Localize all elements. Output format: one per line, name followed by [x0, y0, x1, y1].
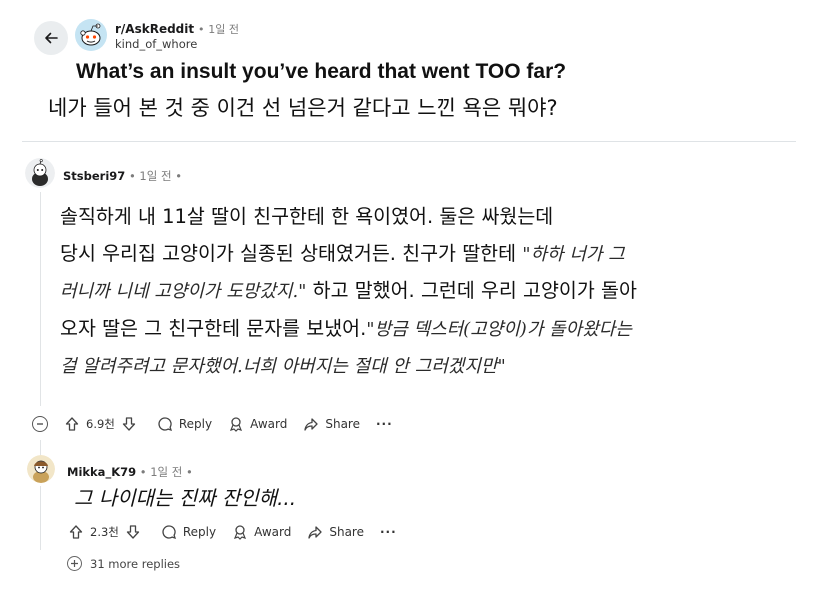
back-arrow-icon [45, 32, 58, 44]
snoo-icon [75, 19, 107, 51]
meta-separator: • [175, 169, 182, 183]
comment-time: 1일 전 [150, 465, 183, 479]
vote-count: 6.9천 [86, 417, 115, 431]
comment-line: 당시 우리집 고양이가 실종된 상태였거든. 친구가 딸한테 "하하 너가 그 [60, 236, 800, 274]
share-button[interactable]: Share [307, 524, 364, 540]
comment-line: 솔직하게 내 11살 딸이 친구한테 한 욕이였어. 둘은 싸웠는데 [60, 205, 554, 228]
comment-author[interactable]: Stsberi97 [63, 169, 125, 183]
award-icon [230, 417, 243, 432]
more-replies-label: 31 more replies [90, 556, 181, 571]
subreddit-name[interactable]: r/AskReddit [115, 22, 194, 36]
post-meta: r/AskReddit • 1일 전 kind_of_whore [115, 22, 239, 52]
post-time: 1일 전 [208, 23, 240, 36]
reply-label: Reply [178, 417, 213, 431]
share-icon [308, 526, 322, 539]
back-button[interactable] [34, 21, 68, 55]
comment-icon [162, 525, 176, 540]
vote-group: 6.9천 [64, 416, 137, 432]
more-options-button[interactable]: ··· [380, 525, 397, 539]
comment-line: 오자 딸은 그 친구한테 문자를 보냈어."방금 덱스터(고양이)가 돌아왔다는 [60, 311, 800, 349]
avatar[interactable] [25, 158, 55, 188]
upvote-icon[interactable] [68, 524, 84, 540]
more-replies-button[interactable]: 31 more replies [67, 556, 180, 571]
subreddit-avatar[interactable] [75, 19, 107, 51]
comment-line: 러니까 니네 고양이가 도망갔지." 하고 말했어. 그런데 우리 고양이가 돌… [60, 273, 800, 311]
quoted-text: 러니까 니네 고양이가 도망갔지. [60, 281, 299, 302]
post-title[interactable]: What’s an insult you’ve heard that went … [76, 60, 566, 84]
award-icon [234, 525, 247, 540]
reply-button[interactable]: Reply [161, 524, 216, 540]
award-label: Award [250, 417, 288, 431]
share-icon [304, 418, 318, 431]
comment-actions: 2.3천 Reply Award Share ··· [68, 524, 413, 540]
meta-separator: • [186, 465, 193, 479]
reply-button[interactable]: Reply [157, 416, 212, 432]
reply-label: Reply [182, 525, 217, 539]
thread-line[interactable] [40, 486, 41, 550]
share-button[interactable]: Share [303, 416, 360, 432]
comment-text: 하고 말했어. 그런데 우리 고양이가 돌아 [312, 279, 637, 302]
award-button[interactable]: Award [232, 524, 291, 540]
collapse-button[interactable] [32, 416, 48, 432]
meta-separator: • [197, 23, 205, 36]
comment-header: Stsberi97 • 1일 전 • [63, 168, 182, 184]
quoted-text: "방금 덱스터(고양이)가 돌아왔다는 [366, 318, 632, 340]
award-button[interactable]: Award [228, 416, 287, 432]
comment-author[interactable]: Mikka_K79 [67, 465, 136, 479]
comment-actions: 6.9천 Reply Award Share ··· [64, 416, 409, 432]
upvote-icon[interactable] [64, 416, 80, 432]
vote-group: 2.3천 [68, 524, 141, 540]
collapse-icon [37, 423, 43, 425]
comment-text: 당시 우리집 고양이가 실종된 상태였거든. 친구가 딸한테 [60, 241, 517, 265]
comment-header: Mikka_K79 • 1일 전 • [67, 464, 193, 480]
divider [22, 141, 796, 142]
quoted-text: "하하 너가 그 [522, 243, 625, 265]
meta-separator: • [139, 465, 147, 479]
share-label: Share [325, 417, 360, 431]
meta-separator: • [128, 169, 136, 183]
avatar[interactable] [27, 455, 55, 483]
award-label: Award [254, 525, 292, 539]
thread-line[interactable] [40, 192, 41, 406]
more-options-button[interactable]: ··· [376, 417, 393, 431]
post-author[interactable]: kind_of_whore [115, 37, 239, 52]
post-title-translation: 네가 들어 본 것 중 이건 선 넘은거 같다고 느낀 욕은 뭐야? [48, 96, 558, 120]
downvote-icon[interactable] [125, 524, 141, 540]
comment-text: 오자 딸은 그 친구한테 문자를 보냈어. [60, 316, 367, 340]
comment-time: 1일 전 [139, 169, 172, 183]
plus-icon [67, 556, 82, 571]
user-avatar-icon [27, 455, 55, 483]
vote-count: 2.3천 [90, 525, 119, 539]
comment-body: 그 나이대는 진짜 잔인해... [74, 486, 297, 510]
comment-icon [158, 417, 172, 432]
quote-mark: " [298, 281, 307, 302]
share-label: Share [329, 525, 364, 539]
downvote-icon[interactable] [121, 416, 137, 432]
user-avatar-icon [25, 158, 55, 188]
comment-body: 솔직하게 내 11살 딸이 친구한테 한 욕이였어. 둘은 싸웠는데 당시 우리… [60, 199, 800, 386]
comment-line: 걸 알려주려고 문자했어.너희 아버지는 절대 안 그러겠지만" [60, 348, 800, 386]
quote-mark: " [497, 356, 506, 377]
quoted-text: 걸 알려주려고 문자했어.너희 아버지는 절대 안 그러겠지만 [60, 356, 498, 377]
